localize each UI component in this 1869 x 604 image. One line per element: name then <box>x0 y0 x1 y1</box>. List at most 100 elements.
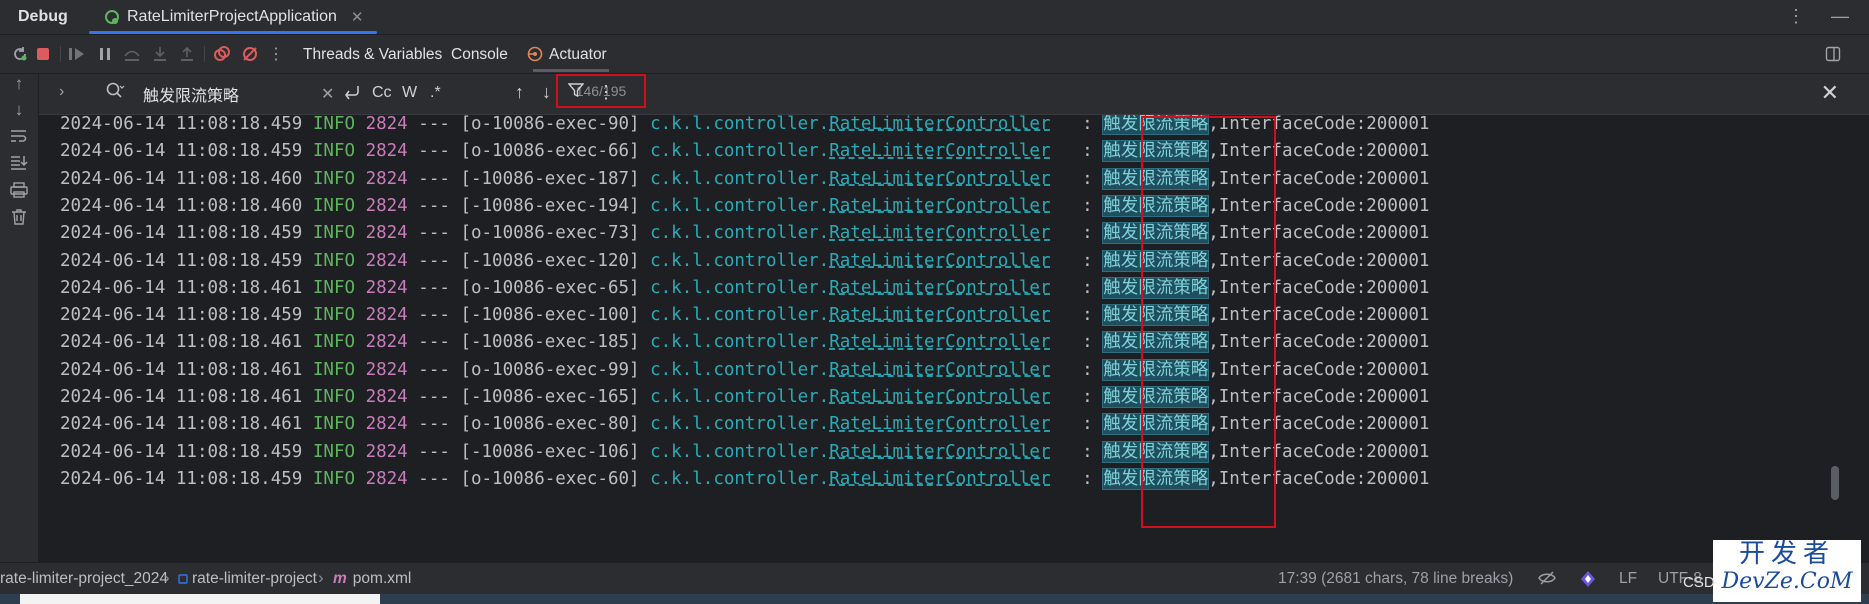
tab-actuator[interactable]: Actuator <box>549 46 607 64</box>
soft-wrap-icon[interactable] <box>9 128 29 148</box>
log-line[interactable]: 2024-06-14 11:08:18.461 INFO 2824 --- [o… <box>60 273 1429 303</box>
log-line[interactable]: 2024-06-14 11:08:18.459 INFO 2824 --- [o… <box>60 218 1429 248</box>
step-out-icon[interactable] <box>177 44 197 64</box>
log-timestamp: 2024-06-14 11:08:18.459 <box>60 223 303 244</box>
log-line[interactable]: 2024-06-14 11:08:18.459 INFO 2824 --- [-… <box>60 300 1429 330</box>
layout-icon[interactable] <box>1823 44 1843 64</box>
view-breakpoints-icon[interactable] <box>212 44 232 64</box>
log-line[interactable]: 2024-06-14 11:08:18.461 INFO 2824 --- [o… <box>60 409 1429 439</box>
scroll-to-end-icon[interactable] <box>9 154 29 174</box>
print-icon[interactable] <box>9 182 29 202</box>
more-options-icon[interactable]: ⋮ <box>1787 6 1805 27</box>
search-match-highlight: 触发限流策略 <box>1102 440 1210 463</box>
minimize-icon[interactable]: — <box>1831 6 1849 27</box>
log-thread: [-10086-exec-106] <box>460 441 640 462</box>
arrow-up-icon[interactable]: ↑ <box>9 74 29 94</box>
log-logger-class: RateLimiterController <box>829 277 1051 298</box>
chevron-right-icon[interactable]: › <box>59 83 64 101</box>
close-icon[interactable]: ✕ <box>351 8 364 26</box>
log-line[interactable]: 2024-06-14 11:08:18.460 INFO 2824 --- [-… <box>60 191 1429 221</box>
log-logger-package: c.k.l.controller. <box>650 305 830 326</box>
log-level: INFO <box>312 305 356 326</box>
ai-assistant-icon[interactable] <box>1579 570 1597 593</box>
match-case-button[interactable]: Cc <box>372 84 392 102</box>
toolbar-divider <box>204 46 205 62</box>
new-line-icon[interactable] <box>343 84 361 105</box>
log-logger-class: RateLimiterController <box>829 195 1051 216</box>
log-message: ,InterfaceCode:200001 <box>1208 414 1430 435</box>
log-separator: --- <box>418 168 450 189</box>
regex-button[interactable]: .* <box>430 84 441 102</box>
vertical-scrollbar[interactable] <box>1831 466 1839 500</box>
search-match-highlight: 触发限流策略 <box>1102 413 1210 436</box>
log-separator: --- <box>418 223 450 244</box>
log-line[interactable]: 2024-06-14 11:08:18.459 INFO 2824 --- [-… <box>60 246 1429 276</box>
clear-search-icon[interactable]: ✕ <box>321 84 334 104</box>
filter-icon[interactable] <box>567 82 585 103</box>
arrow-down-icon[interactable]: ↓ <box>9 100 29 120</box>
search-match-highlight: 触发限流策略 <box>1102 194 1210 217</box>
mute-breakpoints-icon[interactable] <box>240 44 260 64</box>
log-pid: 2824 <box>365 195 408 216</box>
tab-console[interactable]: Console <box>451 46 508 64</box>
search-match-highlight: 触发限流策略 <box>1102 358 1210 381</box>
log-colon: : <box>1082 277 1093 298</box>
breadcrumb-project[interactable]: rate-limiter-project_2024 <box>0 570 168 588</box>
log-thread: [o-10086-exec-99] <box>460 359 640 380</box>
breadcrumb-file[interactable]: m pom.xml <box>333 570 411 588</box>
resume-icon[interactable] <box>67 44 87 64</box>
log-level: INFO <box>312 250 356 271</box>
step-into-icon[interactable] <box>150 44 170 64</box>
log-timestamp: 2024-06-14 11:08:18.460 <box>60 168 303 189</box>
previous-occurrence-icon[interactable]: ↑ <box>515 82 524 103</box>
log-line[interactable]: 2024-06-14 11:08:18.459 INFO 2824 --- [o… <box>60 136 1429 166</box>
rerun-icon[interactable] <box>10 44 30 64</box>
close-search-icon[interactable]: ✕ <box>1821 80 1839 106</box>
log-timestamp: 2024-06-14 11:08:18.461 <box>60 414 303 435</box>
log-thread: [o-10086-exec-65] <box>460 277 640 298</box>
breadcrumb-module-label: rate-limiter-project <box>192 570 317 587</box>
console-output[interactable]: 2024-06-14 11:08:18.459 INFO 2824 --- [o… <box>39 115 1839 562</box>
no-inspections-icon[interactable] <box>1538 570 1556 591</box>
log-thread: [-10086-exec-100] <box>460 305 640 326</box>
breadcrumb-module[interactable]: rate-limiter-project <box>178 570 317 588</box>
trash-icon[interactable] <box>9 208 29 228</box>
next-occurrence-icon[interactable]: ↓ <box>542 82 551 103</box>
tab-run-configuration[interactable]: RateLimiterProjectApplication ✕ <box>89 0 378 34</box>
caret-position[interactable]: 17:39 (2681 chars, 78 line breaks) <box>1278 570 1513 588</box>
more-options-icon[interactable]: ⋮ <box>597 82 615 103</box>
log-line[interactable]: 2024-06-14 11:08:18.461 INFO 2824 --- [-… <box>60 382 1429 412</box>
log-line[interactable]: 2024-06-14 11:08:18.460 INFO 2824 --- [-… <box>60 164 1429 194</box>
log-thread: [o-10086-exec-90] <box>460 115 640 134</box>
line-separator[interactable]: LF <box>1619 570 1637 588</box>
log-line[interactable]: 2024-06-14 11:08:18.461 INFO 2824 --- [o… <box>60 355 1429 385</box>
log-separator: --- <box>418 305 450 326</box>
log-message: ,InterfaceCode:200001 <box>1208 141 1430 162</box>
search-icon[interactable] <box>105 81 125 104</box>
whole-word-button[interactable]: W <box>402 84 417 102</box>
stop-icon[interactable] <box>33 44 53 64</box>
more-options-icon[interactable]: ⋮ <box>266 44 286 64</box>
tab-threads-variables[interactable]: Threads & Variables <box>303 46 442 64</box>
log-line[interactable]: 2024-06-14 11:08:18.461 INFO 2824 --- [-… <box>60 327 1429 357</box>
pause-icon[interactable] <box>95 44 115 64</box>
log-line[interactable]: 2024-06-14 11:08:18.459 INFO 2824 --- [o… <box>60 464 1429 494</box>
log-line[interactable]: 2024-06-14 11:08:18.459 INFO 2824 --- [-… <box>60 437 1429 467</box>
step-over-icon[interactable] <box>122 44 142 64</box>
